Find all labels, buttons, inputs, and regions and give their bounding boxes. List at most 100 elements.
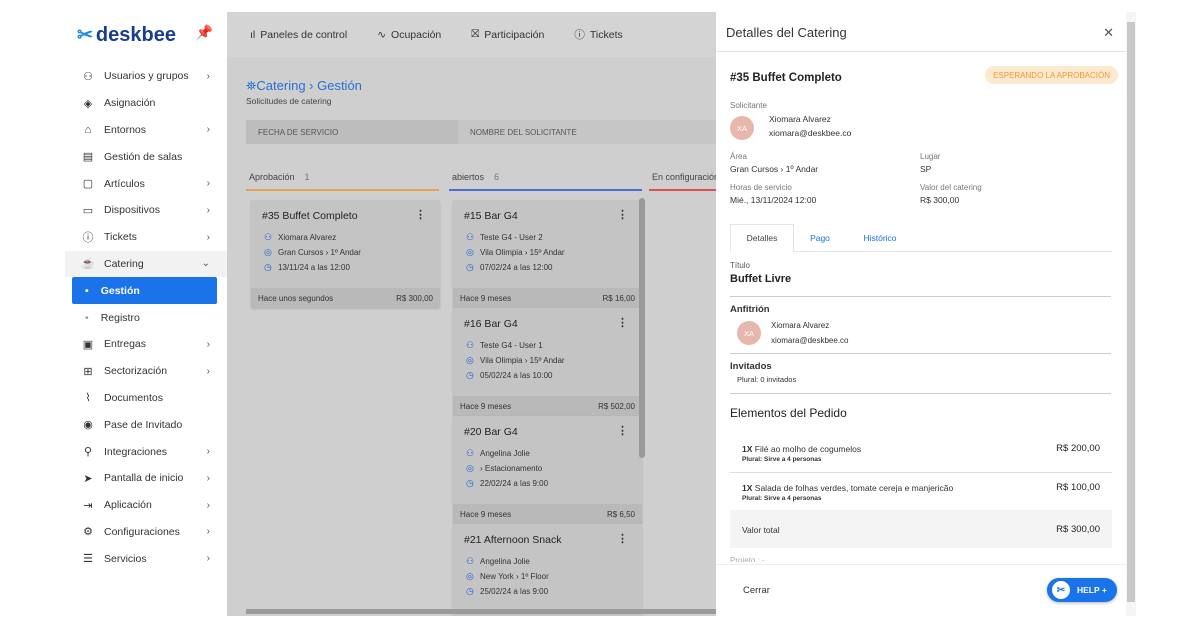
- more-vert-icon[interactable]: ⋮: [415, 208, 426, 221]
- sidebar-item-dispositivos[interactable]: ▭ Dispositivos ›: [65, 197, 227, 224]
- deskbee-logo[interactable]: ✂ deskbee: [77, 24, 176, 47]
- sidebar-item-registro[interactable]: • Registro: [65, 304, 227, 331]
- person-icon: ⚇: [264, 232, 273, 242]
- sidebar-item-integraciones[interactable]: ⚲ Integraciones ›: [65, 438, 227, 465]
- settings-icon: ⚙: [83, 526, 93, 539]
- sidebar-item-gestion-de-salas[interactable]: ▤ Gestión de salas: [65, 143, 227, 170]
- catering-card[interactable]: #15 Bar G4 ⋮ ⚇ Teste G4 - User 2 ◎ Vila Olimp…: [453, 200, 642, 308]
- card-user-text: Xiomara Alvarez: [278, 233, 337, 242]
- sidebar-item-pantalla-de-inicio[interactable]: ➤ Pantalla de inicio ›: [65, 465, 227, 492]
- clock-icon: ◷: [264, 262, 272, 272]
- divider: [730, 393, 1111, 394]
- more-vert-icon[interactable]: ⋮: [617, 316, 628, 329]
- scrollbar-thumb[interactable]: [1127, 22, 1135, 602]
- catering-card[interactable]: #35 Buffet Completo ⋮ ⚇ Xiomara Alvarez ◎ Gra…: [251, 200, 440, 308]
- sidebar-item-label: Gestión de salas: [104, 150, 183, 163]
- help-button[interactable]: ✂ HELP +: [1047, 578, 1117, 602]
- sidebar-item-configuraciones[interactable]: ⚙ Configuraciones ›: [65, 519, 227, 546]
- close-icon[interactable]: ✕: [1103, 25, 1114, 41]
- requester-name-filter[interactable]: NOMBRE DEL SOLICITANTE: [458, 120, 716, 144]
- card-ago: Hace 9 meses: [460, 401, 512, 411]
- more-vert-icon[interactable]: ⋮: [617, 208, 628, 221]
- tab-detalles[interactable]: Detalles: [730, 224, 794, 252]
- catering-card[interactable]: #16 Bar G4 ⋮ ⚇ Teste G4 - User 1 ◎ Vila Olimp…: [453, 308, 642, 416]
- tab-ocupacion[interactable]: ∿ Ocupación: [377, 29, 441, 41]
- column-title: abiertos: [452, 172, 485, 182]
- sidebar-item-tickets[interactable]: ⓘ Tickets ›: [65, 224, 227, 251]
- column-title: En configuración: [652, 172, 716, 182]
- sidebar-item-sectorizacion[interactable]: ⊞ Sectorización ›: [65, 358, 227, 385]
- tab-pago[interactable]: Pago: [800, 224, 840, 252]
- app-icon: ⇥: [83, 499, 93, 512]
- server-icon: ☰: [83, 553, 93, 566]
- sidebar-item-documentos[interactable]: ⌇ Documentos: [65, 385, 227, 412]
- activity-icon: ∿: [377, 28, 387, 41]
- tab-label: Participación: [484, 28, 545, 41]
- board-horizontal-scrollbar[interactable]: [246, 609, 716, 614]
- titulo-label: Título: [730, 261, 751, 270]
- sidebar-item-label: Catering: [104, 257, 144, 270]
- sidebar-item-pase-de-invitado[interactable]: ◉ Pase de Invitado: [65, 411, 227, 438]
- card-price: R$ 16,00: [602, 293, 635, 303]
- sidebar-item-servicios[interactable]: ☰ Servicios ›: [65, 545, 227, 572]
- card-footer: Hace unos segundos R$ 300,00: [251, 288, 440, 308]
- card-user: ⚇ Angelina Jolie: [466, 448, 530, 459]
- item-note: Plural: Sirve a 4 personas: [742, 456, 822, 463]
- layers-icon: ◈: [83, 97, 93, 110]
- catering-card[interactable]: #20 Bar G4 ⋮ ⚇ Angelina Jolie ◎ › Estacioname…: [453, 416, 642, 524]
- panel-scrollbar[interactable]: [1126, 12, 1136, 616]
- close-button[interactable]: Cerrar: [743, 585, 770, 596]
- column-scrollbar[interactable]: [639, 198, 645, 458]
- tab-tickets[interactable]: ⓘ Tickets: [574, 27, 622, 42]
- tab-paneles-de-control[interactable]: ıl Paneles de control: [250, 29, 347, 41]
- chevron-right-icon: ›: [206, 338, 210, 350]
- chevron-right-icon: ›: [206, 472, 210, 484]
- more-vert-icon[interactable]: ⋮: [617, 424, 628, 437]
- column-accent-line: [649, 189, 716, 191]
- detail-tabs: Detalles Pago Histórico: [730, 224, 1112, 252]
- card-title: #20 Bar G4: [464, 426, 518, 438]
- sidebar-item-entregas[interactable]: ▣ Entregas ›: [65, 331, 227, 358]
- card-time-text: 05/02/24 a las 10:00: [480, 371, 553, 380]
- requester-avatar: XA: [730, 116, 754, 140]
- requester-label: Solicitante: [730, 101, 767, 110]
- titulo-value: Buffet Livre: [730, 273, 792, 285]
- sidebar-item-aplicacion[interactable]: ⇥ Aplicación ›: [65, 492, 227, 519]
- tab-label: Tickets: [589, 28, 623, 41]
- guests-value: Plural: 0 invitados: [737, 375, 797, 384]
- chevron-right-icon: ›: [206, 124, 210, 136]
- card-place-text: › Estacionamento: [480, 464, 543, 473]
- catering-value: R$ 300,00: [920, 195, 960, 205]
- host-name: Xiomara Alvarez: [771, 321, 830, 330]
- column-accent-line: [449, 189, 642, 191]
- card-place: ◎ Vila Olimpia › 15º Andar: [466, 247, 565, 258]
- clock-icon: ◷: [466, 586, 474, 596]
- order-total-row: Valor total R$ 300,00: [730, 510, 1112, 548]
- sidebar-item-gestion[interactable]: • Gestión: [72, 277, 217, 305]
- sidebar-item-catering[interactable]: ☕ Catering ⌄: [65, 250, 227, 278]
- card-title: #15 Bar G4: [464, 210, 518, 222]
- column-count: 1: [304, 172, 310, 182]
- sidebar-item-articulos[interactable]: ▢ Artículos ›: [65, 170, 227, 197]
- pin-icon[interactable]: 📌: [196, 24, 213, 41]
- deskbee-logo-icon: ✂: [77, 25, 93, 46]
- card-title: #21 Afternoon Snack: [464, 534, 562, 546]
- service-date-filter[interactable]: FECHA DE SERVICIO: [246, 120, 458, 144]
- chevron-right-icon: ›: [206, 446, 210, 458]
- catering-card[interactable]: #21 Afternoon Snack ⋮ ⚇ Angelina Jolie ◎ New …: [453, 524, 642, 616]
- sidebar-item-asignacion[interactable]: ◈ Asignación: [65, 90, 227, 117]
- sidebar-item-entornos[interactable]: ⌂ Entornos ›: [65, 117, 227, 144]
- card-time: ◷ 25/02/24 a las 9:00: [466, 586, 548, 597]
- breadcrumb[interactable]: ⛯Catering › Gestión: [246, 78, 362, 94]
- more-vert-icon[interactable]: ⋮: [617, 532, 628, 545]
- sidebar-item-usuarios-y-grupos[interactable]: ⚇ Usuarios y grupos ›: [65, 63, 227, 90]
- host-avatar: XA: [737, 321, 761, 345]
- location-icon: ◎: [466, 571, 474, 581]
- card-place: ◎ Vila Olimpia › 15º Andar: [466, 355, 565, 366]
- tab-participacion[interactable]: ⛝ Participación: [471, 28, 544, 41]
- place-value: SP: [920, 164, 932, 174]
- card-time-text: 13/11/24 a las 12:00: [278, 263, 350, 272]
- column-accent-line: [246, 189, 439, 191]
- column-title: Aprobación: [249, 172, 295, 182]
- tab-historico[interactable]: Histórico: [850, 224, 910, 252]
